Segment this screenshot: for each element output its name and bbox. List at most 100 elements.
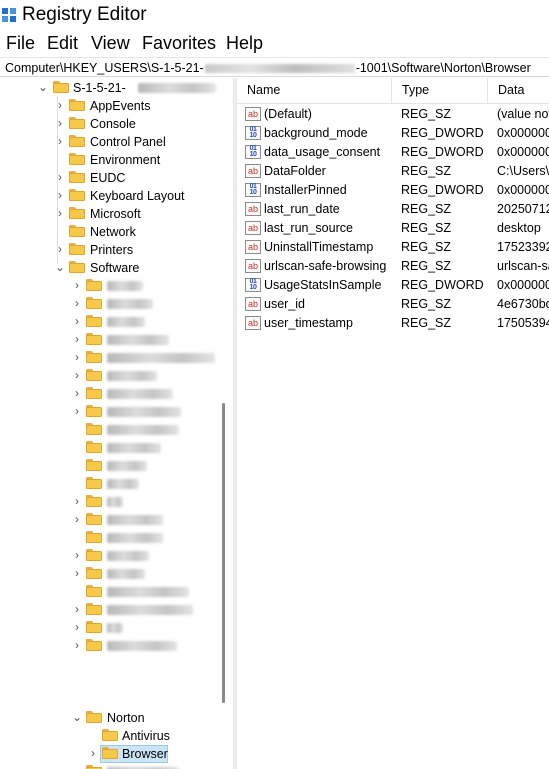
- tree-node-redacted[interactable]: ›: [0, 367, 225, 385]
- column-header-name[interactable]: Name: [237, 78, 392, 103]
- chevron-down-icon[interactable]: ⌄: [71, 711, 83, 723]
- value-row[interactable]: abuser_id REG_SZ 4e6730bd5: [237, 295, 549, 314]
- chevron-right-icon[interactable]: ›: [71, 315, 83, 327]
- value-name: user_id: [264, 297, 305, 311]
- chevron-right-icon[interactable]: ›: [71, 639, 83, 651]
- chevron-right-icon[interactable]: ›: [71, 279, 83, 291]
- column-header-data[interactable]: Data: [488, 78, 549, 103]
- tree-node-console[interactable]: › Console: [0, 115, 225, 133]
- address-suffix: -1001\Software\Norton\Browser: [355, 61, 531, 75]
- tree-node-redacted[interactable]: [0, 439, 225, 457]
- tree-node-redacted[interactable]: ›: [0, 349, 225, 367]
- tree-node-redacted[interactable]: [0, 529, 225, 547]
- chevron-right-icon[interactable]: ›: [54, 117, 66, 129]
- tree-node-browser[interactable]: › Browser: [0, 745, 225, 763]
- chevron-right-icon[interactable]: ›: [71, 333, 83, 345]
- chevron-right-icon[interactable]: ›: [71, 387, 83, 399]
- tree-node-microsoft[interactable]: › Microsoft: [0, 205, 225, 223]
- value-row[interactable]: ab last_run_source REG_SZ desktop: [237, 219, 549, 238]
- tree-node-user-sid[interactable]: ⌄ S-1-5-21-: [0, 79, 225, 97]
- chevron-right-icon[interactable]: ›: [54, 207, 66, 219]
- tree-node-control-panel[interactable]: › Control Panel: [0, 133, 225, 151]
- tree-node-software[interactable]: ⌄ Software: [0, 259, 225, 277]
- menu-file[interactable]: File: [6, 32, 35, 54]
- redacted-text: [107, 587, 189, 597]
- tree-node-redacted[interactable]: ›: [0, 547, 225, 565]
- chevron-right-icon[interactable]: ›: [71, 513, 83, 525]
- value-row[interactable]: ab user_timestamp REG_SZ 17505394: [237, 314, 549, 333]
- value-name: last_run_date: [264, 202, 340, 216]
- address-bar[interactable]: Computer\HKEY_USERS\S-1-5-21- -1001\Softw…: [0, 57, 549, 77]
- tree-node-printers[interactable]: › Printers: [0, 241, 225, 259]
- chevron-right-icon[interactable]: ›: [54, 171, 66, 183]
- tree-node-redacted[interactable]: ›: [0, 313, 225, 331]
- value-row[interactable]: ab (Default) REG_SZ (value not: [237, 105, 549, 124]
- registry-tree[interactable]: ⌄ S-1-5-21- › AppEvents › Console › Cont…: [0, 78, 225, 769]
- value-row[interactable]: 0110InstallerPinned REG_DWORD 0x0000000: [237, 181, 549, 200]
- chevron-down-icon[interactable]: ⌄: [37, 81, 49, 93]
- tree-scrollbar[interactable]: [222, 78, 225, 769]
- chevron-right-icon[interactable]: ›: [54, 99, 66, 111]
- chevron-right-icon[interactable]: ›: [87, 747, 99, 759]
- value-row[interactable]: ablast_run_date REG_SZ 20250712T: [237, 200, 549, 219]
- tree-node-redacted[interactable]: [0, 583, 225, 601]
- folder-icon: [86, 387, 102, 399]
- tree-scrollbar-thumb[interactable]: [222, 403, 225, 703]
- folder-icon: [86, 495, 102, 507]
- tree-node-appevents[interactable]: › AppEvents: [0, 97, 225, 115]
- chevron-right-icon[interactable]: ›: [54, 189, 66, 201]
- tree-node-redacted[interactable]: [0, 475, 225, 493]
- tree-node-redacted[interactable]: ›: [0, 385, 225, 403]
- chevron-right-icon[interactable]: ›: [71, 603, 83, 615]
- folder-icon: [86, 459, 102, 471]
- chevron-right-icon[interactable]: ›: [71, 495, 83, 507]
- tree-node-redacted[interactable]: ›: [0, 601, 225, 619]
- value-row[interactable]: 0110data_usage_consent REG_DWORD 0x0000000: [237, 143, 549, 162]
- tree-node-keyboard-layout[interactable]: › Keyboard Layout: [0, 187, 225, 205]
- tree-node-redacted[interactable]: ›: [0, 295, 225, 313]
- value-row[interactable]: ab UninstallTimestamp REG_SZ 17523392: [237, 238, 549, 257]
- menu-view[interactable]: View: [91, 32, 130, 54]
- value-row[interactable]: ab urlscan-safe-browsing REG_SZ urlscan-sa: [237, 257, 549, 276]
- tree-node-redacted[interactable]: [0, 421, 225, 439]
- chevron-down-icon[interactable]: ⌄: [54, 261, 66, 273]
- chevron-right-icon[interactable]: ›: [71, 369, 83, 381]
- values-pane[interactable]: Name Type Data ab (Default) REG_SZ (value n…: [237, 78, 549, 769]
- chevron-right-icon[interactable]: ›: [71, 297, 83, 309]
- value-row[interactable]: 0110UsageStatsInSample REG_DWORD 0x0000000: [237, 276, 549, 295]
- tree-node-redacted[interactable]: ›: [0, 511, 225, 529]
- tree-node-redacted[interactable]: ›: [0, 331, 225, 349]
- tree-node-redacted[interactable]: ›: [0, 619, 225, 637]
- chevron-right-icon[interactable]: ›: [54, 135, 66, 147]
- string-value-icon: ab: [245, 107, 261, 121]
- menu-edit[interactable]: Edit: [47, 32, 78, 54]
- tree-node-environment[interactable]: Environment: [0, 151, 225, 169]
- menu-help[interactable]: Help: [226, 32, 263, 54]
- tree-node-antivirus[interactable]: Antivirus: [0, 727, 225, 745]
- chevron-right-icon[interactable]: ›: [71, 567, 83, 579]
- tree-node-redacted[interactable]: [0, 457, 225, 475]
- tree-node-norton[interactable]: ⌄ Norton: [0, 709, 225, 727]
- value-row[interactable]: ab DataFolder REG_SZ C:\Users\: [237, 162, 549, 181]
- folder-icon: [86, 315, 102, 327]
- tree-node-redacted[interactable]: ›: [0, 493, 225, 511]
- value-name: background_mode: [264, 126, 368, 140]
- chevron-right-icon[interactable]: ›: [71, 621, 83, 633]
- tree-node-redacted[interactable]: ›: [0, 277, 225, 295]
- chevron-right-icon[interactable]: ›: [71, 549, 83, 561]
- folder-icon: [86, 351, 102, 363]
- address-path[interactable]: Computer\HKEY_USERS\S-1-5-21- -1001\Softw…: [5, 60, 531, 76]
- chevron-right-icon[interactable]: ›: [71, 405, 83, 417]
- menu-favorites[interactable]: Favorites: [142, 32, 216, 54]
- value-type: REG_DWORD: [401, 183, 484, 197]
- value-row[interactable]: 0110background_mode REG_DWORD 0x0000000: [237, 124, 549, 143]
- chevron-right-icon[interactable]: ›: [54, 243, 66, 255]
- tree-node-redacted[interactable]: ›: [0, 565, 225, 583]
- column-header-type[interactable]: Type: [392, 78, 488, 103]
- tree-node-redacted[interactable]: ›: [0, 403, 225, 421]
- chevron-right-icon[interactable]: ›: [71, 351, 83, 363]
- tree-node-eudc[interactable]: › EUDC: [0, 169, 225, 187]
- tree-node-redacted-next[interactable]: [0, 763, 225, 769]
- tree-node-network[interactable]: Network: [0, 223, 225, 241]
- tree-node-redacted[interactable]: ›: [0, 637, 225, 655]
